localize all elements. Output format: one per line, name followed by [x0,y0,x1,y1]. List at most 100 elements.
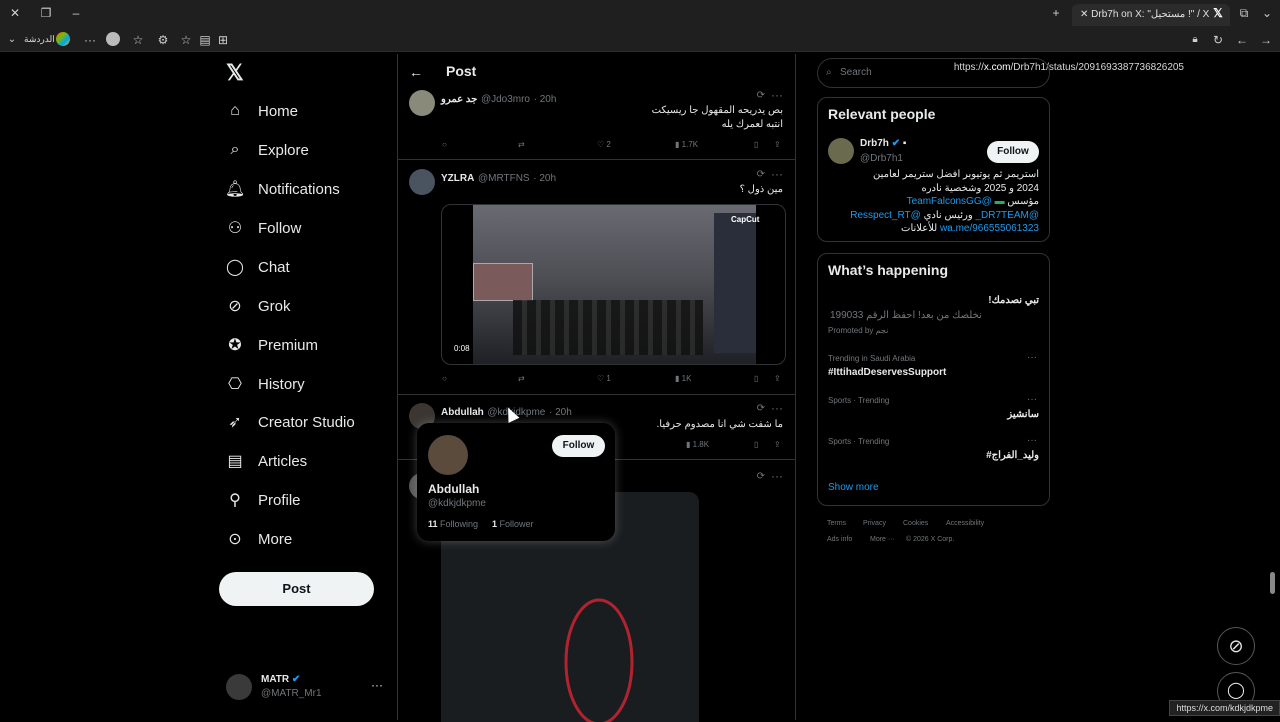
footer-privacy[interactable]: Privacy [863,520,886,527]
tweet[interactable]: YZLRA @MRTFNS · 20h ⟳ ··· مين ذول ؟ CapC… [398,161,795,395]
footer-cookies[interactable]: Cookies [903,520,928,527]
author-name[interactable]: جد عمرو [441,94,477,105]
tweet-time[interactable]: · 20h [549,407,572,418]
back-arrow-icon[interactable]: ← [1234,32,1250,48]
share-icon[interactable]: ⇪ [774,140,781,149]
chevron-down-icon[interactable]: ⌄ [4,32,20,48]
account-switcher[interactable]: MATR ✔ @MATR_Mr1 ··· [226,672,396,702]
relevant-name[interactable]: Drb7h [860,138,889,149]
reply-icon[interactable]: ○ [442,140,447,149]
favorites-star-icon[interactable]: ☆ [130,32,146,48]
author-name[interactable]: Abdullah [441,407,484,418]
grok-icon[interactable]: ⟳ [757,90,765,101]
scrollbar-thumb[interactable] [1270,572,1275,594]
scrollbar[interactable] [1269,54,1276,720]
hovercard-avatar[interactable] [428,435,468,475]
sidebar-item-grok[interactable]: ⊘Grok [226,289,291,323]
video-player[interactable]: CapCut 0:08 [441,204,786,365]
refresh-icon[interactable]: ↻ [1210,32,1226,48]
trend-name[interactable]: سانشيز [1007,409,1039,420]
trend-more-icon[interactable]: ··· [1027,352,1037,363]
sidebar-item-creator-studio[interactable]: ➶Creator Studio [226,405,355,439]
close-window-icon[interactable]: ✕ [7,5,23,21]
tab-list-chevron-icon[interactable]: ⌄ [1259,5,1275,21]
trend-more-icon[interactable]: ··· [1027,435,1037,446]
sidebar-item-premium[interactable]: ✪Premium [226,328,318,362]
like-icon[interactable]: ♡ 1 [597,374,611,383]
tab-close-icon[interactable]: ✕ [1080,9,1091,20]
mention-link[interactable]: @TeamFalconsGG [907,196,992,207]
browser-tab[interactable]: ✕ Drb7h on X: "مستحيل !" / X [1072,4,1230,26]
add-favorite-icon[interactable]: ☆ [178,32,194,48]
sidebar-item-more[interactable]: ⊙More [226,522,292,556]
retweet-icon[interactable]: ⇄ [518,140,525,149]
mention-link[interactable]: @DR7TEAM_ [975,210,1039,221]
hovercard-handle[interactable]: @kdkjdkpme [428,498,486,509]
sidebar-item-follow[interactable]: ⚇Follow [226,211,301,245]
trend-more-icon[interactable]: ··· [1027,394,1037,405]
views-icon[interactable]: ▮ 1K [675,374,691,383]
account-more-icon[interactable]: ··· [371,678,383,692]
grok-floating-icon[interactable]: ⊘ [1217,627,1255,665]
back-arrow-icon[interactable]: ← [409,64,423,80]
author-handle[interactable]: @Jdo3mro [481,94,530,105]
trend-name[interactable]: #IttihadDeservesSupport [828,367,946,378]
more-icon[interactable]: ··· [771,469,783,483]
retweet-icon[interactable]: ⇄ [518,374,525,383]
profile-avatar-icon[interactable] [106,32,120,46]
search-input[interactable]: ⌕ Search [817,58,1050,88]
bookmark-icon[interactable]: ▯ [754,140,758,149]
relevant-handle[interactable]: @Drb7h1 [860,153,903,164]
restore-window-icon[interactable]: ❐ [38,5,54,21]
more-icon[interactable]: ··· [771,88,783,102]
reading-list-icon[interactable]: ▤ [197,32,213,48]
footer-terms[interactable]: Terms [827,520,846,527]
author-name[interactable]: YZLRA [441,173,474,184]
tweet[interactable]: جد عمرو @Jdo3mro · 20h ⟳ ··· بص يدريحه ا… [398,86,795,160]
views-icon[interactable]: ▮ 1.7K [675,140,698,149]
grok-icon[interactable]: ⟳ [757,169,765,180]
hovercard-name[interactable]: Abdullah [428,482,479,496]
share-icon[interactable]: ⇪ [774,374,781,383]
views-icon[interactable]: ▮ 1.8K [686,440,709,449]
sidebar-item-notifications[interactable]: 🔔︎Notifications [226,172,340,206]
promo-title[interactable]: تبي نصدمك! [988,295,1039,306]
like-icon[interactable]: ♡ 2 [597,140,611,149]
more-icon[interactable]: ··· [771,167,783,181]
share-icon[interactable]: ⇪ [774,440,781,449]
sidebar-item-chat[interactable]: ◯Chat [226,250,290,284]
extensions-icon[interactable]: ⚙ [155,32,171,48]
tweet-time[interactable]: · 20h [533,173,556,184]
grok-icon[interactable]: ⟳ [757,403,765,414]
footer-ads-info[interactable]: Ads info [827,536,852,543]
copilot-icon[interactable] [56,32,70,46]
lock-icon[interactable]: 🔒︎ [1187,32,1203,48]
relevant-avatar[interactable] [828,138,854,164]
follow-button[interactable]: Follow [987,141,1039,163]
sidebar-item-history[interactable]: ⎔History [226,367,305,401]
sidebar-item-home[interactable]: ⌂Home [226,94,298,128]
bookmark-icon[interactable]: ▯ [754,440,758,449]
author-handle[interactable]: @MRTFNS [478,173,530,184]
more-dots-icon[interactable]: ··· [82,32,98,48]
bookmark-icon[interactable]: ▯ [754,374,758,383]
mention-link[interactable]: @Resspect_RT [850,210,921,221]
collections-icon[interactable]: ⊞ [215,32,231,48]
avatar[interactable] [409,90,435,116]
show-more-link[interactable]: Show more [828,482,879,493]
x-home-logo-icon[interactable]: 𝕏 [226,60,244,86]
hovercard-following[interactable]: 11 Following [428,519,478,529]
minimize-window-icon[interactable]: – [68,5,84,21]
sidebar-item-explore[interactable]: ⌕Explore [226,133,309,167]
trend-name[interactable]: #وليد_الفراج [986,450,1039,461]
bio-link[interactable]: wa.me/966555061323 [940,223,1039,234]
post-button[interactable]: Post [219,572,374,606]
grok-icon[interactable]: ⟳ [757,471,765,482]
forward-arrow-icon[interactable]: → [1258,32,1274,48]
avatar[interactable] [409,169,435,195]
hovercard-followers[interactable]: 1 Follower [492,519,534,529]
sidebar-item-articles[interactable]: ▤Articles [226,444,307,478]
chat-label[interactable]: الدردشة [24,34,55,45]
more-icon[interactable]: ··· [771,401,783,415]
new-tab-icon[interactable]: + [1048,5,1064,21]
